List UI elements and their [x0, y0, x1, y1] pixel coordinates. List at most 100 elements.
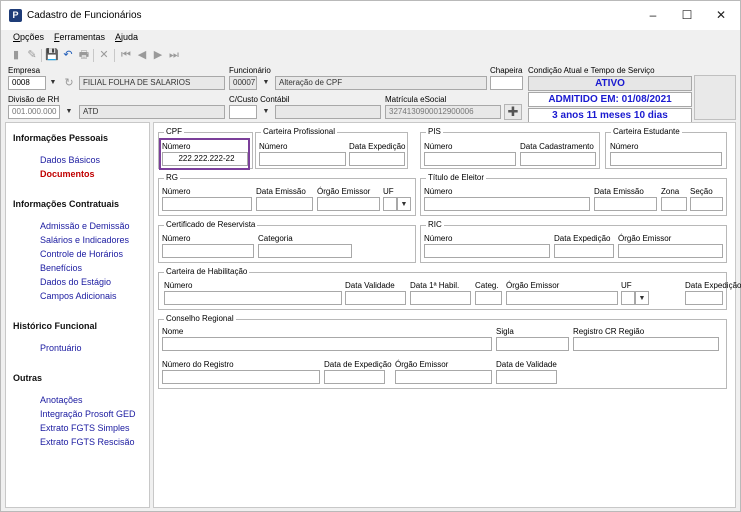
- ric-orgao-field[interactable]: [618, 244, 723, 258]
- undo-icon[interactable]: ↶: [61, 48, 75, 62]
- conselho-regiao-field[interactable]: [573, 337, 719, 351]
- conselho-validade-field[interactable]: [496, 370, 557, 384]
- rg-numero-field[interactable]: [162, 197, 252, 211]
- last-record-icon[interactable]: ⏭: [167, 48, 181, 62]
- sidebar-item-fgts-simples[interactable]: Extrato FGTS Simples: [40, 423, 130, 433]
- conselho-nome-field[interactable]: [162, 337, 492, 351]
- menu-ferramentas[interactable]: Ferramentas: [54, 32, 105, 42]
- reservista-categoria-field[interactable]: [258, 244, 352, 258]
- rg-data-field[interactable]: [256, 197, 313, 211]
- empresa-lookup-icon[interactable]: ↻: [62, 76, 76, 90]
- cnh-habil-field[interactable]: [410, 291, 471, 305]
- conselho-registro-field[interactable]: [162, 370, 320, 384]
- ccusto-field[interactable]: [229, 105, 257, 119]
- titulo-numero-field[interactable]: [424, 197, 590, 211]
- cpf-numero-label: Número: [162, 142, 191, 151]
- cnh-validade-field[interactable]: [345, 291, 406, 305]
- rg-orgao-field[interactable]: [317, 197, 380, 211]
- cnh-uf-field[interactable]: [621, 291, 635, 305]
- titulo-data-field[interactable]: [594, 197, 657, 211]
- sidebar-item-anotacoes[interactable]: Anotações: [40, 395, 83, 405]
- edit-icon[interactable]: ✎: [25, 48, 39, 62]
- rg-data-label: Data Emissão: [256, 187, 306, 196]
- sidebar-item-dados-basicos[interactable]: Dados Básicos: [40, 155, 100, 165]
- cpf-group-title: CPF: [164, 127, 184, 136]
- menu-opcoes[interactable]: Opções: [13, 32, 44, 42]
- first-record-icon[interactable]: ⏮: [119, 48, 133, 62]
- ccusto-dropdown-icon[interactable]: ▼: [259, 105, 273, 119]
- ric-data-field[interactable]: [554, 244, 614, 258]
- sidebar-item-estagio[interactable]: Dados do Estágio: [40, 277, 111, 287]
- ctps-data-field[interactable]: [349, 152, 405, 166]
- cpf-numero-field[interactable]: 222.222.222-22: [162, 152, 248, 166]
- maximize-button[interactable]: ☐: [672, 5, 702, 25]
- admission-date-badge: ADMITIDO EM: 01/08/2021: [528, 92, 692, 107]
- delete-icon[interactable]: ✕: [97, 48, 111, 62]
- pis-numero-field[interactable]: [424, 152, 516, 166]
- pis-data-label: Data Cadastramento: [520, 142, 594, 151]
- toolbar-separator: [41, 49, 42, 62]
- pis-data-field[interactable]: [520, 152, 596, 166]
- documents-panel: CPF Número 222.222.222-22 Carteira Profi…: [153, 122, 741, 508]
- conselho-orgao-field[interactable]: [395, 370, 492, 384]
- rg-uf-field[interactable]: [383, 197, 397, 211]
- reservista-numero-field[interactable]: [162, 244, 254, 258]
- ctps-numero-field[interactable]: [259, 152, 346, 166]
- sidebar-item-salarios[interactable]: Salários e Indicadores: [40, 235, 129, 245]
- cnh-exped-field[interactable]: [685, 291, 723, 305]
- cnh-orgao-label: Órgão Emissor: [506, 281, 560, 290]
- conselho-exped-label: Data de Expedição: [324, 360, 392, 369]
- service-time-badge: 3 anos 11 meses 10 dias: [528, 108, 692, 123]
- sidebar-item-beneficios[interactable]: Benefícios: [40, 263, 82, 273]
- funcionario-code-field[interactable]: 00007: [229, 76, 257, 90]
- estudante-numero-field[interactable]: [610, 152, 722, 166]
- close-button[interactable]: ✕: [706, 5, 736, 25]
- next-record-icon[interactable]: ▶: [151, 48, 165, 62]
- sidebar-item-admissao[interactable]: Admissão e Demissão: [40, 221, 130, 231]
- photo-panel[interactable]: [694, 75, 736, 120]
- ric-numero-field[interactable]: [424, 244, 550, 258]
- print-icon[interactable]: 🖶: [77, 48, 91, 62]
- rg-orgao-label: Órgão Emissor: [317, 187, 371, 196]
- sidebar-item-horarios[interactable]: Controle de Horários: [40, 249, 123, 259]
- rg-uf-dropdown-icon[interactable]: ▼: [397, 197, 411, 211]
- window-title: Cadastro de Funcionários: [27, 10, 142, 21]
- divisao-name-field: ATD: [79, 105, 225, 119]
- conselho-nome-label: Nome: [162, 327, 184, 336]
- conselho-sigla-field[interactable]: [496, 337, 569, 351]
- sidebar-item-fgts-rescisao[interactable]: Extrato FGTS Rescisão: [40, 437, 135, 447]
- cnh-categ-field[interactable]: [475, 291, 502, 305]
- cnh-uf-label: UF: [621, 281, 632, 290]
- titulo-group-title: Título de Eleitor: [426, 173, 487, 182]
- titulo-zona-field[interactable]: [661, 197, 687, 211]
- rg-uf-label: UF: [383, 187, 394, 196]
- funcionario-dropdown-icon[interactable]: ▼: [259, 76, 273, 90]
- empresa-label: Empresa: [8, 66, 41, 75]
- chapeira-field[interactable]: [490, 76, 523, 90]
- menu-ajuda[interactable]: Ajuda: [115, 32, 138, 42]
- sidebar-item-documentos[interactable]: Documentos: [40, 169, 95, 179]
- add-matricula-button[interactable]: ✚: [504, 104, 522, 120]
- minimize-button[interactable]: –: [638, 5, 668, 25]
- reservista-categoria-label: Categoria: [258, 234, 293, 243]
- matricula-label: Matrícula eSocial: [385, 95, 447, 104]
- cnh-numero-field[interactable]: [164, 291, 342, 305]
- main-window: P Cadastro de Funcionários – ☐ ✕ Opções …: [0, 0, 741, 512]
- prev-record-icon[interactable]: ◀: [135, 48, 149, 62]
- sidebar-item-adicionais[interactable]: Campos Adicionais: [40, 291, 117, 301]
- toolbar-separator: [93, 49, 94, 62]
- save-icon[interactable]: 💾: [45, 48, 59, 62]
- cnh-uf-dropdown-icon[interactable]: ▼: [635, 291, 649, 305]
- divisao-code-field[interactable]: 001.000.000: [8, 105, 60, 119]
- new-record-icon[interactable]: ▮: [9, 48, 23, 62]
- status-ativo-badge: ATIVO: [528, 76, 692, 91]
- conselho-exped-field[interactable]: [324, 370, 385, 384]
- cnh-orgao-field[interactable]: [506, 291, 618, 305]
- divisao-dropdown-icon[interactable]: ▼: [62, 105, 76, 119]
- cnh-validade-label: Data Validade: [345, 281, 395, 290]
- empresa-code-field[interactable]: 0008: [8, 76, 46, 90]
- sidebar-item-ged[interactable]: Integração Prosoft GED: [40, 409, 136, 419]
- sidebar-item-prontuario[interactable]: Prontuário: [40, 343, 82, 353]
- titulo-secao-field[interactable]: [690, 197, 723, 211]
- empresa-dropdown-icon[interactable]: ▼: [46, 76, 60, 90]
